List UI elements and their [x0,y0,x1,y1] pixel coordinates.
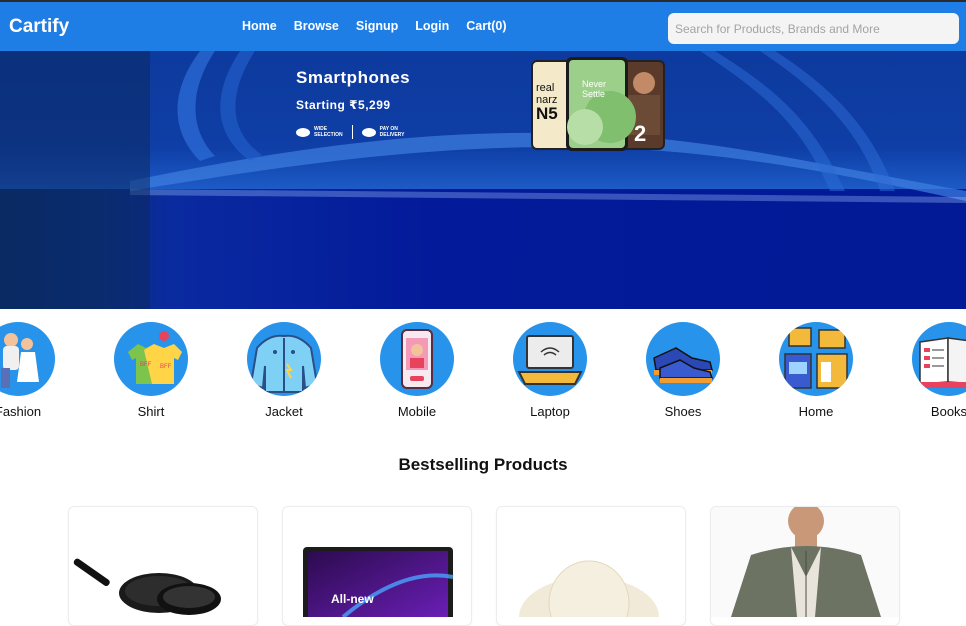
svg-text:BFF: BFF [160,364,172,370]
nav-link-login[interactable]: Login [415,19,449,33]
category-label: Laptop [530,404,570,419]
category-strip: Fashion BFF BFF Shirt Jacket [0,322,966,422]
bestselling-title: Bestselling Products [398,455,568,474]
product-card-laptop[interactable]: All-new [282,506,472,626]
shirt-icon: BFF BFF [114,322,188,396]
hero-title: Smartphones [296,68,411,87]
category-shirt[interactable]: BFF BFF Shirt [101,322,201,419]
category-fashion[interactable]: Fashion [0,322,68,419]
fashion-icon [0,322,55,396]
category-label: Books [930,404,966,419]
laptop-caption: All-new [331,592,374,606]
category-label: Fashion [0,404,42,419]
nav-link-cart[interactable]: Cart(0) [466,19,506,33]
category-laptop[interactable]: Laptop [500,322,600,419]
phone2-text-b: Settle [582,89,605,99]
badge-divider [351,125,353,139]
phone2-text-a: Never [582,79,606,89]
category-shoes[interactable]: Shoes [633,322,733,419]
nav-link-home[interactable]: Home [242,19,277,33]
category-label: Jacket [265,404,303,419]
wide-selection-icon [296,127,310,137]
jacket-icon [247,322,321,396]
category-label: Shirt [137,404,165,419]
search-input[interactable] [668,13,959,44]
category-label: Home [798,404,834,419]
cookware-pans-image [73,558,221,615]
product-card-hat[interactable] [496,506,686,626]
hero-subtitle: Starting ₹5,299 [296,98,391,112]
hero-phones-image: real narz N5 2 Never Settle [531,57,665,151]
category-mobile[interactable]: Mobile [367,322,467,419]
nav-link-browse[interactable]: Browse [294,19,339,33]
brand-logo[interactable]: Cartify [9,16,69,38]
product-card-cookware[interactable] [68,506,258,626]
hero-swoosh-decoration [0,51,966,309]
badge-wide-selection: Wide Selection [296,126,343,138]
mobile-icon [380,322,454,396]
hero-banner[interactable]: Smartphones Starting ₹5,299 Wide Selectio… [0,51,966,309]
category-home[interactable]: Home [766,322,866,419]
man-shirt-image [711,507,899,617]
hero-badges: Wide Selection Pay on Delivery [296,125,404,139]
phone1-text-a: real [536,82,554,94]
straw-hat-image [519,560,659,625]
svg-text:BFF: BFF [140,362,152,368]
home-appliance-icon [779,322,853,396]
category-jacket[interactable]: Jacket [234,322,334,419]
phone1-text-c: N5 [536,104,558,123]
phone3-text: 2 [634,121,646,146]
category-label: Mobile [397,404,437,419]
badge-pay-line2: Delivery [379,132,405,138]
pay-on-delivery-icon [361,127,376,137]
badge-wide-line2: Selection [314,132,343,138]
category-label: Shoes [664,404,702,419]
product-card-shirt[interactable] [710,506,900,626]
nav-link-signup[interactable]: Signup [356,19,398,33]
category-books[interactable]: Books [899,322,966,419]
navbar: Cartify Home Browse Signup Login Cart(0) [0,0,966,51]
badge-pay-on-delivery: Pay on Delivery [361,126,405,138]
books-icon [912,322,966,396]
laptop-icon [513,322,587,396]
nav-links: Home Browse Signup Login Cart(0) [242,19,507,33]
shoes-icon [646,322,720,396]
laptop-product-image: All-new [303,547,454,625]
